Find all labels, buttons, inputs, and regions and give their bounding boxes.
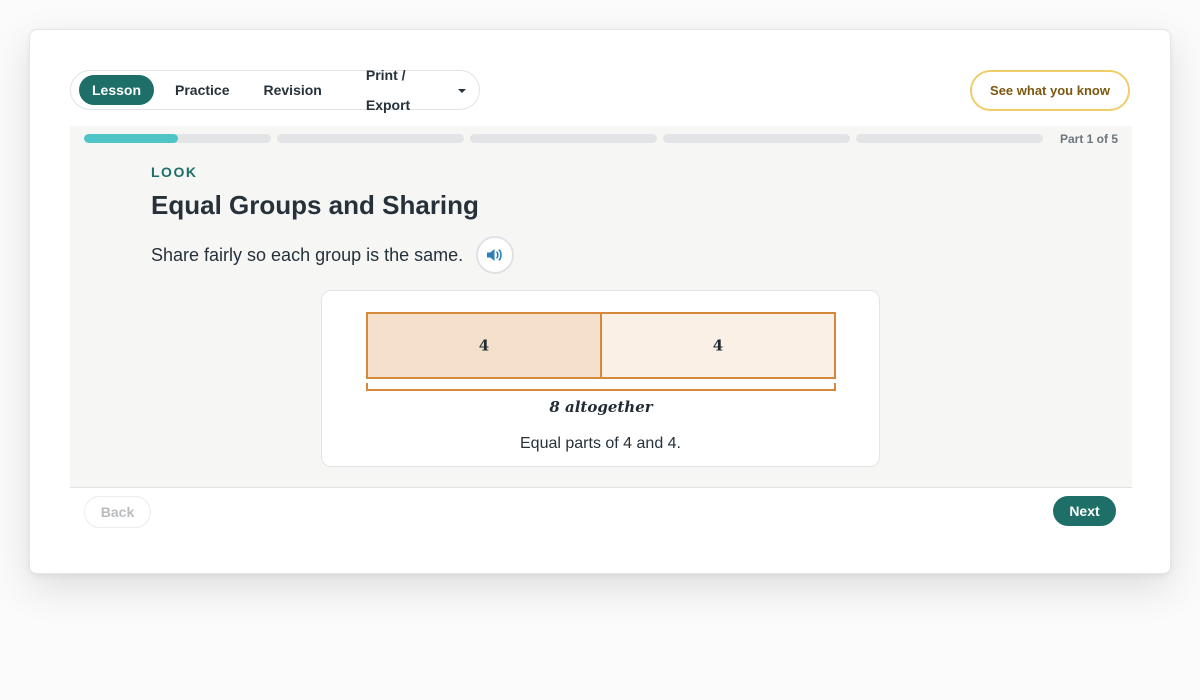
progress-segment-1 [84, 134, 271, 143]
bar-part-label-1: 4 [479, 337, 489, 355]
print-export-dropdown[interactable]: Print / Export [353, 67, 479, 113]
lesson-card: Lesson Practice Revision Print / Export … [29, 29, 1171, 574]
total-bracket [366, 383, 836, 391]
next-button[interactable]: Next [1053, 496, 1116, 526]
progress-fill [84, 134, 178, 143]
lesson-panel: Part 1 of 5 LOOK Equal Groups and Sharin… [70, 126, 1132, 488]
progress-segment-2 [277, 134, 464, 143]
back-button[interactable]: Back [84, 496, 151, 528]
lesson-tabs: Lesson Practice Revision Print / Export [70, 67, 480, 113]
progress-segment-4 [663, 134, 850, 143]
see-what-you-know-button[interactable]: See what you know [970, 70, 1130, 111]
speaker-icon [487, 249, 502, 261]
bar-part-label-2: 4 [713, 337, 723, 355]
instruction-text: Share fairly so each group is the same. [151, 244, 464, 265]
audio-button[interactable] [476, 236, 515, 274]
progress-bar [84, 134, 1043, 143]
chevron-down-icon [458, 89, 466, 93]
progress-segment-5 [856, 134, 1043, 143]
part-indicator: Part 1 of 5 [1059, 132, 1118, 146]
total-label: 8 altogether [549, 398, 653, 416]
bar-model-figure: 4 4 8 altogether Equal parts of 4 and 4. [321, 290, 880, 467]
figure-caption: Equal parts of 4 and 4. [520, 435, 681, 452]
progress-segment-3 [470, 134, 657, 143]
instruction-row: Share fairly so each group is the same. [151, 236, 515, 274]
print-export-label: Print / Export [365, 67, 411, 113]
section-eyebrow: LOOK [151, 164, 198, 180]
tab-practice[interactable]: Practice [162, 75, 242, 105]
tab-revision[interactable]: Revision [251, 75, 335, 105]
tab-lesson[interactable]: Lesson [79, 75, 155, 105]
page-title: Equal Groups and Sharing [151, 190, 479, 220]
